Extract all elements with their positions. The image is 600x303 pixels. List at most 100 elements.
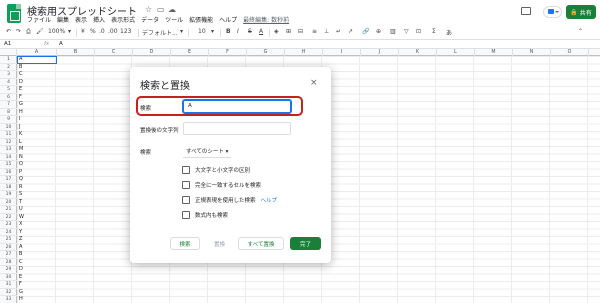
row-header[interactable]: 14: [0, 154, 17, 161]
search-formulas-option[interactable]: 数式内も検索: [182, 211, 228, 219]
column-header[interactable]: J: [361, 49, 399, 56]
cell[interactable]: G: [18, 289, 23, 297]
filter-icon[interactable]: ▽: [404, 28, 409, 35]
column-header[interactable]: K: [399, 49, 437, 56]
cell[interactable]: D: [18, 79, 23, 87]
regex-option[interactable]: 正規表現を使用した検索 ヘルプ: [182, 196, 277, 204]
find-input[interactable]: A: [183, 100, 291, 113]
match-entire-cell-checkbox[interactable]: [182, 181, 190, 189]
column-header[interactable]: B: [57, 49, 95, 56]
cell[interactable]: D: [18, 266, 23, 274]
match-case-option[interactable]: 大文字と小文字の区別: [182, 166, 250, 174]
column-header[interactable]: E: [171, 49, 209, 56]
text-color-button[interactable]: A: [259, 28, 263, 35]
menu-data[interactable]: データ: [141, 15, 159, 25]
cell[interactable]: J: [18, 124, 20, 132]
row-header[interactable]: 25: [0, 236, 17, 244]
cell[interactable]: N: [18, 154, 23, 162]
row-header[interactable]: 15: [0, 161, 17, 169]
row-header[interactable]: 26: [0, 244, 17, 251]
column-header[interactable]: L: [437, 49, 475, 56]
sheets-logo-icon[interactable]: [7, 4, 21, 23]
redo-icon[interactable]: ↷: [16, 28, 21, 35]
row-header[interactable]: 29: [0, 266, 17, 274]
done-button[interactable]: 完了: [290, 237, 321, 250]
row-header[interactable]: 21: [0, 206, 17, 214]
menu-tools[interactable]: ツール: [165, 15, 183, 25]
link-icon[interactable]: 🔗: [362, 28, 369, 35]
borders-icon[interactable]: ⊞: [286, 28, 291, 35]
chart-icon[interactable]: ▥: [390, 28, 396, 35]
cell[interactable]: R: [18, 184, 22, 192]
cell[interactable]: E: [18, 274, 22, 282]
row-header[interactable]: 32: [0, 289, 17, 296]
text-rotate-icon[interactable]: ↗: [348, 28, 353, 35]
column-header[interactable]: C: [95, 49, 133, 56]
row-header[interactable]: 23: [0, 221, 17, 229]
close-icon[interactable]: ×: [310, 78, 318, 88]
cell[interactable]: H: [18, 296, 23, 303]
row-header[interactable]: 24: [0, 229, 17, 236]
row-header[interactable]: 30: [0, 274, 17, 281]
row-header[interactable]: 22: [0, 214, 17, 221]
menu-help[interactable]: ヘルプ: [219, 15, 237, 25]
cell[interactable]: M: [18, 146, 23, 154]
match-case-checkbox[interactable]: [182, 166, 190, 174]
input-tools-icon[interactable]: あ: [446, 28, 452, 37]
cell[interactable]: B: [18, 64, 22, 72]
cell[interactable]: P: [18, 169, 22, 177]
menu-extensions[interactable]: 拡張機能: [189, 15, 213, 25]
paint-format-icon[interactable]: 🖌: [36, 28, 44, 35]
bold-button[interactable]: B: [226, 28, 231, 35]
align-horizontal-icon[interactable]: ≡: [312, 28, 317, 35]
share-button[interactable]: 🔒 共有: [566, 5, 596, 19]
row-header[interactable]: 20: [0, 199, 17, 206]
row-header[interactable]: 9: [0, 116, 17, 124]
cloud-status-icon[interactable]: ☁: [168, 5, 176, 14]
row-header[interactable]: 13: [0, 146, 17, 154]
collapse-toolbar-icon[interactable]: ⌃: [578, 28, 583, 35]
row-header[interactable]: 31: [0, 281, 17, 289]
cell[interactable]: F: [18, 281, 22, 289]
cell[interactable]: Y: [18, 229, 22, 237]
strikethrough-button[interactable]: S: [248, 28, 252, 35]
cell[interactable]: Z: [18, 236, 22, 244]
row-header[interactable]: 10: [0, 124, 17, 131]
row-header[interactable]: 33: [0, 296, 17, 303]
align-vertical-icon[interactable]: ⊥: [324, 28, 329, 35]
row-header[interactable]: 1: [0, 56, 17, 64]
cell[interactable]: O: [18, 161, 23, 169]
column-header[interactable]: F: [209, 49, 247, 56]
name-box[interactable]: A1: [4, 41, 11, 47]
cell[interactable]: F: [18, 94, 22, 102]
font-select[interactable]: デフォルト...: [142, 28, 178, 37]
match-entire-cell-option[interactable]: 完全に一致するセルを検索: [182, 181, 261, 189]
row-header[interactable]: 11: [0, 131, 17, 139]
column-header[interactable]: H: [285, 49, 323, 56]
column-header[interactable]: D: [133, 49, 171, 56]
italic-button[interactable]: I: [237, 28, 239, 35]
help-link[interactable]: ヘルプ: [261, 196, 278, 204]
cell[interactable]: W: [18, 214, 24, 222]
column-header[interactable]: A: [17, 49, 57, 56]
row-header[interactable]: 3: [0, 71, 17, 79]
functions-icon[interactable]: Σ: [432, 28, 436, 35]
cell[interactable]: Q: [18, 176, 23, 184]
comment-icon[interactable]: ⊕: [376, 28, 381, 35]
column-header[interactable]: O: [551, 49, 589, 56]
cell[interactable]: C: [18, 259, 23, 267]
column-header[interactable]: M: [475, 49, 513, 56]
cell[interactable]: B: [18, 251, 22, 259]
cell[interactable]: X: [18, 221, 22, 229]
column-header[interactable]: N: [513, 49, 551, 56]
replace-all-button[interactable]: すべて置換: [238, 237, 284, 250]
fill-color-icon[interactable]: ◈: [274, 28, 279, 35]
row-header[interactable]: 7: [0, 101, 17, 109]
comment-history-icon[interactable]: [521, 7, 531, 15]
zoom-select[interactable]: 100%: [48, 28, 65, 35]
menu-edit[interactable]: 編集: [57, 15, 69, 25]
replace-input[interactable]: [183, 122, 291, 135]
row-header[interactable]: 16: [0, 169, 17, 176]
formula-input[interactable]: A: [59, 41, 63, 47]
row-header[interactable]: 5: [0, 86, 17, 94]
